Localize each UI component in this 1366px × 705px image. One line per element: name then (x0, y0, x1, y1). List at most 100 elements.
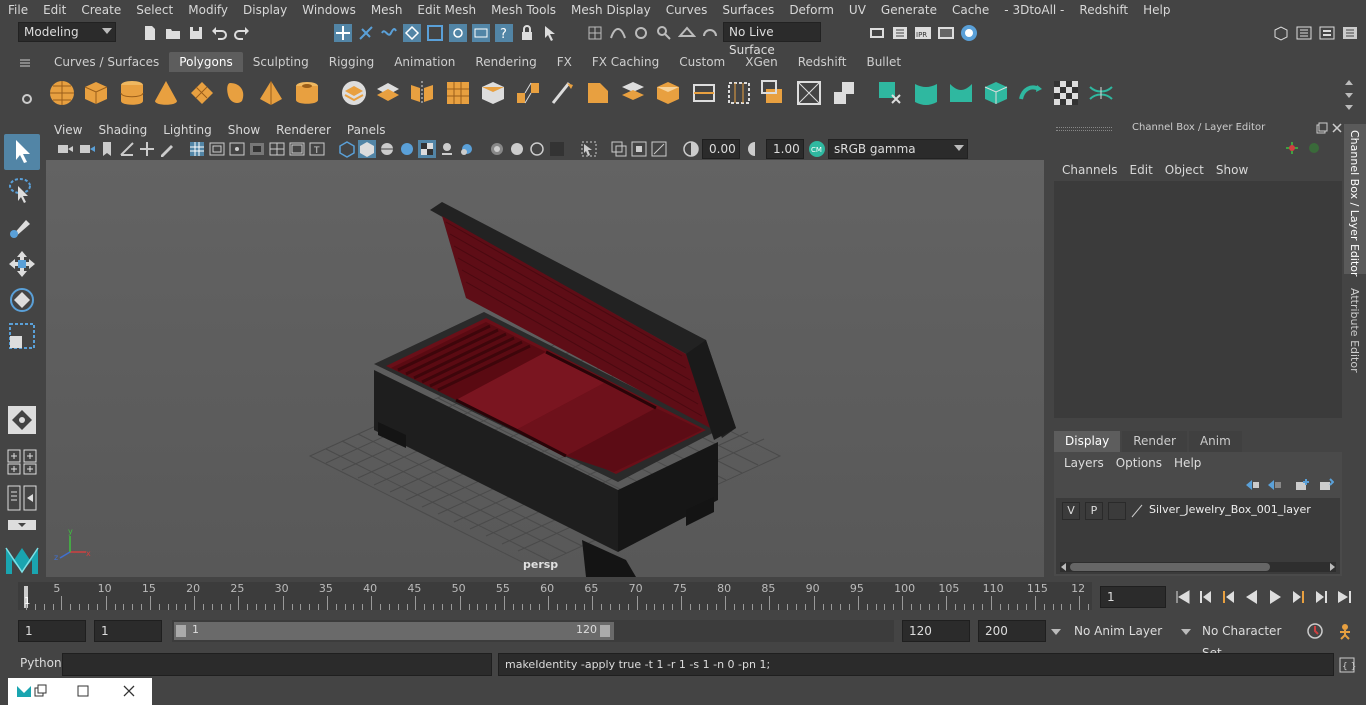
bookmark-icon[interactable] (98, 140, 116, 158)
menu-mesh-tools[interactable]: Mesh Tools (483, 0, 563, 20)
target-weld-icon[interactable] (619, 79, 647, 107)
frame-pivot-icon[interactable] (650, 140, 668, 158)
poly-torus-icon[interactable] (222, 79, 250, 107)
snap-to-curve-icon[interactable] (609, 24, 627, 42)
undo-icon[interactable] (210, 24, 228, 42)
menu-3dtoall[interactable]: - 3DtoAll - (996, 0, 1071, 20)
uv-checker-icon[interactable] (1052, 79, 1080, 107)
menu-display[interactable]: Display (235, 0, 294, 20)
shelf-tab-fx-caching[interactable]: FX Caching (582, 52, 669, 72)
smooth-icon[interactable] (444, 79, 472, 107)
poly-pipe-icon[interactable] (293, 79, 321, 107)
snap-to-point-icon[interactable] (632, 24, 650, 42)
menu-modify[interactable]: Modify (180, 0, 235, 20)
uv-automatic-icon[interactable] (982, 79, 1010, 107)
menu-mesh-display[interactable]: Mesh Display (563, 0, 658, 20)
snap-view-icon[interactable] (472, 24, 490, 42)
channel-box-menu-object[interactable]: Object (1159, 163, 1210, 177)
float-panel-icon[interactable] (1316, 122, 1328, 134)
animation-preferences-icon[interactable] (1336, 622, 1354, 640)
fill-hole-icon[interactable] (654, 79, 682, 107)
snap-to-grid-icon[interactable] (586, 24, 604, 42)
chevron-down-icon[interactable] (1050, 627, 1062, 637)
snap-grid-icon[interactable] (403, 24, 421, 42)
film-gate-icon[interactable] (208, 140, 226, 158)
wireframe-on-shaded-icon[interactable] (378, 140, 396, 158)
layer-row[interactable]: V P Silver_Jewelry_Box_001_layer (1058, 502, 1338, 520)
open-scene-icon[interactable] (164, 24, 182, 42)
select-object-icon[interactable] (357, 24, 375, 42)
tab-attribute-editor[interactable]: Attribute Editor (1344, 280, 1366, 380)
channel-box-menu-edit[interactable]: Edit (1124, 163, 1159, 177)
lock-icon[interactable] (518, 24, 536, 42)
step-back-key-icon[interactable] (1220, 588, 1238, 606)
textured-icon[interactable] (398, 140, 416, 158)
menu-mesh[interactable]: Mesh (363, 0, 410, 20)
layer-horizontal-scrollbar[interactable] (1060, 562, 1336, 572)
animation-start-field[interactable]: 1 (18, 620, 86, 642)
shelf-scroll-arrows-icon[interactable] (1344, 77, 1354, 113)
view-transform-dropdown[interactable]: sRGB gamma (828, 139, 968, 159)
channel-box-options-icon[interactable] (1284, 140, 1300, 156)
time-slider[interactable]: 1 5 10 15 20 25 30 35 40 45 50 55 60 65 70 75 80 85 90 95 1… (18, 582, 1092, 610)
viewport-menu-panels[interactable]: Panels (339, 123, 394, 137)
add-divisions-icon[interactable] (830, 79, 858, 107)
menu-windows[interactable]: Windows (294, 0, 363, 20)
show-manipulator-icon[interactable] (6, 404, 38, 436)
menu-select[interactable]: Select (128, 0, 180, 20)
go-to-start-icon[interactable] (1174, 588, 1192, 606)
redo-icon[interactable] (233, 24, 251, 42)
poly-plane-icon[interactable] (188, 79, 216, 107)
safe-action-icon[interactable] (288, 140, 306, 158)
frame-selection-icon[interactable] (630, 140, 648, 158)
shelf-tab-rendering[interactable]: Rendering (465, 52, 546, 72)
image-plane-icon[interactable] (118, 140, 136, 158)
use-all-lights-icon[interactable] (418, 140, 436, 158)
close-icon[interactable] (1331, 122, 1343, 134)
lasso-tool-icon[interactable] (6, 174, 38, 206)
poly-cone-icon[interactable] (152, 79, 180, 107)
auto-key-icon[interactable] (1306, 622, 1324, 640)
gamma-field[interactable]: 1.00 (766, 139, 804, 159)
separate-icon[interactable] (374, 79, 402, 107)
select-component-icon[interactable] (380, 24, 398, 42)
frame-all-icon[interactable] (610, 140, 628, 158)
scroll-left-icon[interactable] (1060, 563, 1068, 571)
range-slider-track[interactable]: 1 120 (172, 620, 894, 642)
rotate-tool-icon[interactable] (6, 284, 38, 316)
step-forward-key-icon[interactable] (1289, 588, 1307, 606)
shelf-menu-icon[interactable] (18, 56, 32, 70)
shelf-tab-bullet[interactable]: Bullet (856, 52, 911, 72)
render-view-icon[interactable] (937, 24, 955, 42)
help-query-icon[interactable]: ? (495, 24, 513, 42)
bevel-icon[interactable] (584, 79, 612, 107)
layer-visibility-toggle[interactable]: V (1062, 502, 1080, 520)
3d-viewport[interactable]: x y z persp (46, 160, 1044, 577)
drag-handle[interactable] (1056, 127, 1112, 131)
menu-file[interactable]: File (0, 0, 35, 20)
channel-box-menu-show[interactable]: Show (1210, 163, 1254, 177)
move-tool-icon[interactable] (6, 248, 38, 280)
render-settings-icon[interactable] (868, 24, 886, 42)
menu-redshift[interactable]: Redshift (1071, 0, 1135, 20)
save-scene-icon[interactable] (187, 24, 205, 42)
grease-pencil-icon[interactable] (158, 140, 176, 158)
layer-tab-anim[interactable]: Anim (1188, 431, 1242, 452)
gamma-icon[interactable] (746, 140, 764, 158)
chevron-down-icon[interactable] (1180, 627, 1192, 637)
playback-start-field[interactable]: 1 (94, 620, 162, 642)
scale-tool-icon[interactable] (6, 320, 38, 352)
channel-box-area[interactable] (1054, 181, 1342, 418)
shadows-icon[interactable] (438, 140, 456, 158)
play-backwards-icon[interactable] (1243, 588, 1261, 606)
shelf-settings-gear-icon[interactable] (20, 92, 34, 106)
range-end-grip[interactable] (600, 625, 610, 637)
shelf-tab-xgen[interactable]: XGen (735, 52, 788, 72)
layer-menu-options[interactable]: Options (1110, 456, 1168, 470)
maximize-window-icon[interactable] (76, 684, 90, 698)
camera-attributes-icon[interactable] (78, 140, 96, 158)
anim-layer-selector[interactable]: No Anim Layer (1068, 620, 1172, 642)
viewport-menu-renderer[interactable]: Renderer (268, 123, 339, 137)
wireframe-icon[interactable] (338, 140, 356, 158)
layer-display-type-toggle[interactable] (1108, 502, 1126, 520)
